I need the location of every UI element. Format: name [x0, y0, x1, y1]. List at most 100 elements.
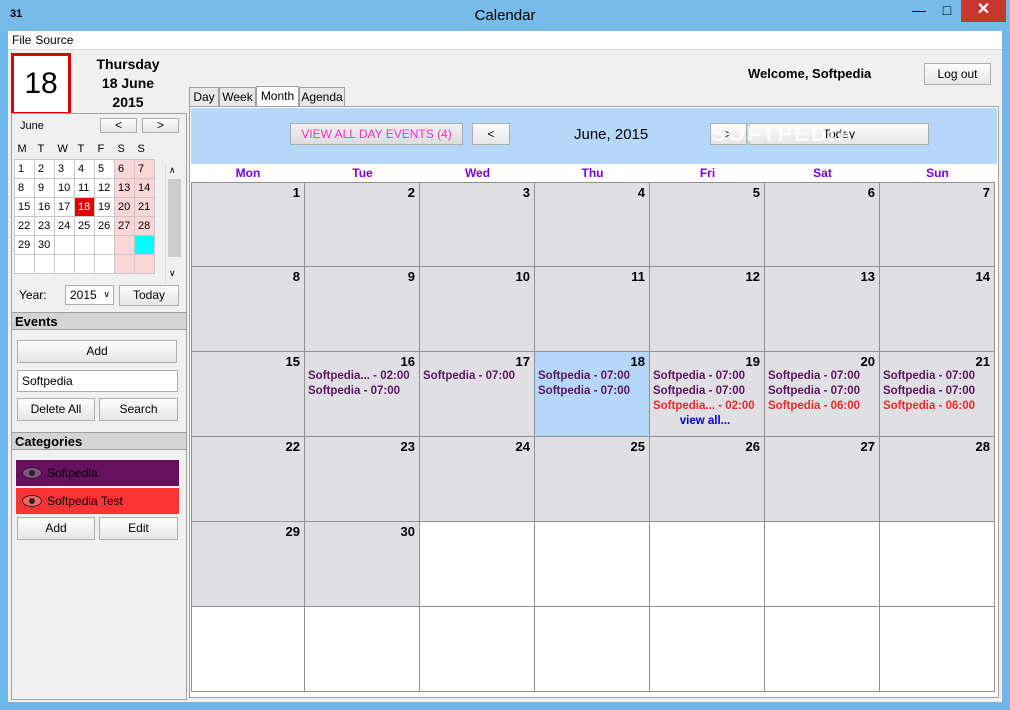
mini-day-cell[interactable]: 7 — [134, 158, 155, 179]
day-cell[interactable]: 24 — [420, 437, 535, 522]
mini-day-cell[interactable]: 3 — [54, 158, 75, 179]
day-cell[interactable] — [650, 522, 765, 607]
day-cell[interactable]: 21 Softpedia - 07:00 Softpedia - 07:00 Soft… — [880, 352, 995, 437]
day-cell[interactable]: 14 — [880, 267, 995, 352]
day-cell[interactable]: 8 — [191, 267, 305, 352]
delete-all-button[interactable]: Delete All — [17, 398, 95, 421]
tab-week[interactable]: Week — [219, 87, 256, 106]
add-event-button[interactable]: Add — [17, 340, 177, 363]
day-cell[interactable]: 13 — [765, 267, 880, 352]
day-cell[interactable] — [880, 522, 995, 607]
mini-day-cell[interactable]: 1 — [14, 158, 35, 179]
day-cell[interactable]: 18 Softpedia - 07:00 Softpedia - 07:00 — [535, 352, 650, 437]
logout-button[interactable]: Log out — [924, 63, 991, 85]
day-cell[interactable]: 4 — [535, 182, 650, 267]
search-button[interactable]: Search — [99, 398, 178, 421]
maximize-button[interactable]: □ — [934, 0, 960, 22]
mini-day-cell[interactable]: 20 — [114, 196, 135, 217]
close-button[interactable]: ✕ — [961, 0, 1006, 22]
mini-day-cell[interactable]: 26 — [94, 215, 115, 236]
day-cell[interactable]: 10 — [420, 267, 535, 352]
menu-source[interactable]: Source — [31, 31, 73, 47]
year-select[interactable]: 2015 ∨ — [65, 285, 114, 305]
event-item[interactable]: Softpedia - 07:00 — [653, 370, 745, 382]
mini-day-cell[interactable]: 24 — [54, 215, 75, 236]
mini-day-cell[interactable] — [134, 234, 155, 255]
day-cell[interactable]: 17 Softpedia - 07:00 — [420, 352, 535, 437]
day-cell[interactable]: 22 — [191, 437, 305, 522]
day-cell[interactable]: 28 — [880, 437, 995, 522]
mini-day-cell[interactable]: 9 — [34, 177, 55, 198]
day-cell[interactable] — [305, 607, 420, 692]
mini-day-cell[interactable]: 18 — [74, 196, 95, 217]
day-cell[interactable]: 16 Softpedia... - 02:00 Softpedia - 07:00 — [305, 352, 420, 437]
mini-next-button[interactable]: > — [142, 118, 179, 133]
mini-day-cell[interactable]: 19 — [94, 196, 115, 217]
mini-day-cell[interactable]: 15 — [14, 196, 35, 217]
view-all-day-events-button[interactable]: VIEW ALL DAY EVENTS (4) — [290, 123, 463, 145]
mini-day-cell[interactable] — [54, 234, 75, 255]
eye-icon[interactable] — [22, 495, 42, 507]
mini-day-cell[interactable] — [14, 253, 35, 274]
mini-day-cell[interactable]: 5 — [94, 158, 115, 179]
scroll-thumb[interactable] — [168, 179, 181, 257]
day-cell[interactable]: 25 — [535, 437, 650, 522]
day-cell[interactable]: 7 — [880, 182, 995, 267]
mini-day-cell[interactable] — [114, 253, 135, 274]
prev-month-button[interactable]: < — [472, 123, 510, 145]
mini-day-cell[interactable]: 11 — [74, 177, 95, 198]
mini-day-cell[interactable]: 6 — [114, 158, 135, 179]
event-item[interactable]: Softpedia - 07:00 — [883, 370, 975, 382]
mini-prev-button[interactable]: < — [100, 118, 137, 133]
day-cell[interactable]: 2 — [305, 182, 420, 267]
mini-day-cell[interactable] — [54, 253, 75, 274]
day-cell[interactable] — [765, 522, 880, 607]
mini-day-cell[interactable]: 25 — [74, 215, 95, 236]
scroll-up-icon[interactable]: ∧ — [169, 165, 176, 176]
day-cell[interactable]: 12 — [650, 267, 765, 352]
event-item[interactable]: Softpedia - 07:00 — [883, 385, 975, 397]
event-item[interactable]: Softpedia - 06:00 — [883, 400, 975, 412]
mini-day-cell[interactable]: 22 — [14, 215, 35, 236]
event-item[interactable]: Softpedia... - 02:00 — [308, 370, 410, 382]
day-cell[interactable]: 1 — [191, 182, 305, 267]
event-item[interactable]: Softpedia - 07:00 — [768, 385, 860, 397]
day-cell[interactable]: 5 — [650, 182, 765, 267]
day-cell[interactable]: 6 — [765, 182, 880, 267]
minimize-button[interactable]: — — [906, 0, 932, 22]
mini-day-cell[interactable]: 28 — [134, 215, 155, 236]
category-item-softpedia[interactable]: Softpedia — [16, 460, 179, 486]
mini-day-cell[interactable]: 14 — [134, 177, 155, 198]
day-cell[interactable]: 3 — [420, 182, 535, 267]
mini-day-cell[interactable]: 16 — [34, 196, 55, 217]
event-item[interactable]: Softpedia - 07:00 — [308, 385, 400, 397]
day-cell[interactable]: 19 Softpedia - 07:00 Softpedia - 07:00 Soft… — [650, 352, 765, 437]
mini-day-cell[interactable] — [74, 253, 95, 274]
menu-file[interactable]: File — [8, 31, 31, 47]
day-cell[interactable]: 9 — [305, 267, 420, 352]
edit-category-button[interactable]: Edit — [99, 517, 178, 540]
day-cell[interactable]: 29 — [191, 522, 305, 607]
tab-month[interactable]: Month — [256, 86, 299, 107]
event-item[interactable]: Softpedia - 07:00 — [653, 385, 745, 397]
day-cell[interactable]: 26 — [650, 437, 765, 522]
view-all-link[interactable]: view all... — [650, 415, 760, 427]
mini-day-cell[interactable] — [134, 253, 155, 274]
event-search-input[interactable]: Softpedia — [17, 370, 178, 392]
mini-day-cell[interactable]: 27 — [114, 215, 135, 236]
event-item[interactable]: Softpedia - 07:00 — [538, 385, 630, 397]
mini-day-cell[interactable] — [74, 234, 95, 255]
mini-day-cell[interactable]: 17 — [54, 196, 75, 217]
mini-day-cell[interactable]: 10 — [54, 177, 75, 198]
day-cell[interactable]: 20 Softpedia - 07:00 Softpedia - 07:00 Soft… — [765, 352, 880, 437]
mini-day-cell[interactable] — [94, 253, 115, 274]
mini-calendar-scrollbar[interactable]: ∧ ∨ — [165, 164, 183, 284]
day-cell[interactable]: 30 — [305, 522, 420, 607]
mini-day-cell[interactable]: 13 — [114, 177, 135, 198]
mini-day-cell[interactable]: 4 — [74, 158, 95, 179]
event-item[interactable]: Softpedia - 07:00 — [538, 370, 630, 382]
day-cell[interactable] — [650, 607, 765, 692]
day-cell[interactable] — [420, 607, 535, 692]
mini-day-cell[interactable] — [94, 234, 115, 255]
day-cell[interactable] — [880, 607, 995, 692]
